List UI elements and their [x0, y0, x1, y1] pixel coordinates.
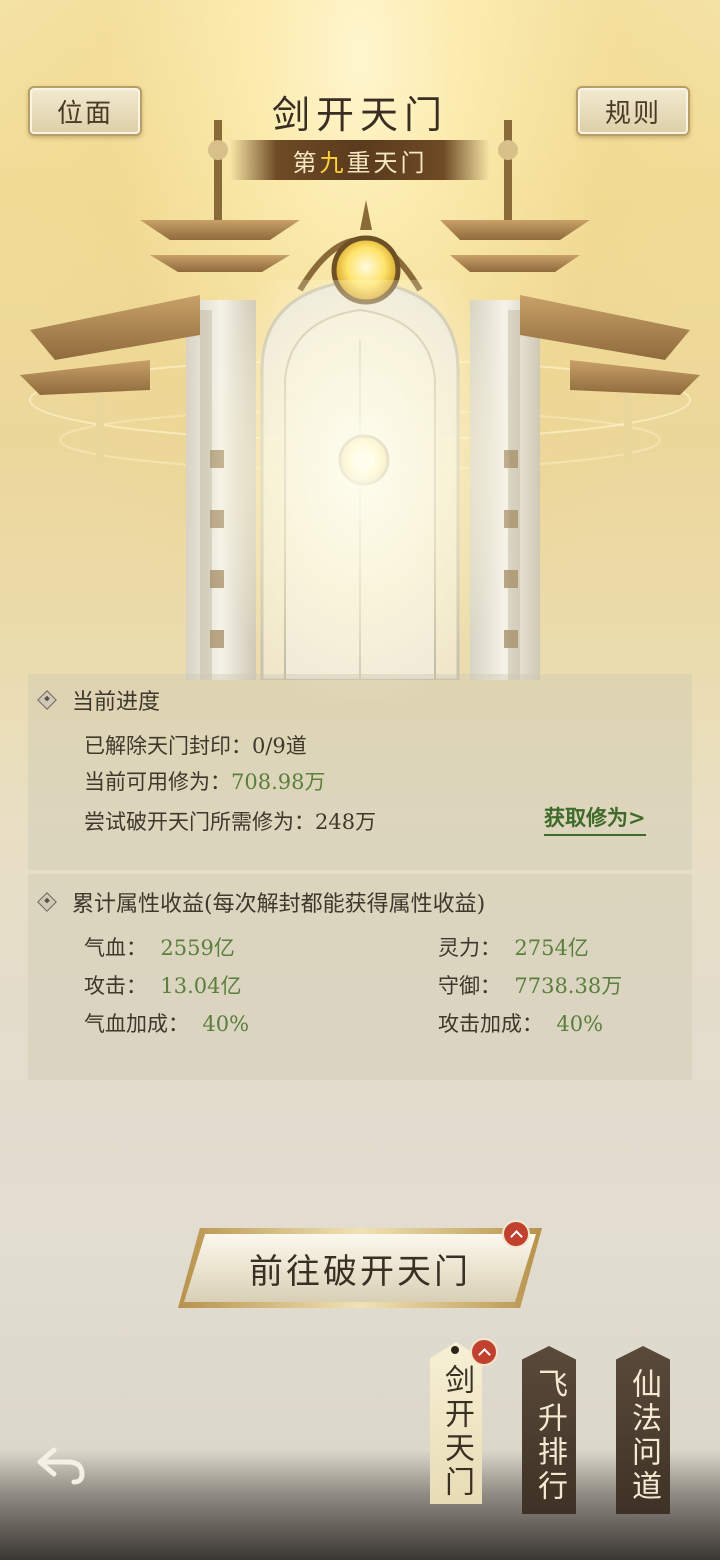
attr-label: 攻击：	[84, 974, 147, 998]
ground-shadow	[0, 1450, 720, 1560]
attr-label: 气血：	[84, 936, 147, 960]
gate-level-banner: 第九重天门	[230, 140, 490, 180]
attr-label: 攻击加成：	[438, 1012, 543, 1036]
attr-spirit: 灵力： 2754亿	[438, 932, 589, 962]
attributes-title: 累计属性收益(每次解封都能获得属性收益)	[72, 892, 486, 917]
available-value: 708.98万	[231, 770, 326, 794]
attr-value: 2754亿	[514, 936, 589, 960]
required-value: 248万	[315, 810, 377, 834]
attr-attack-bonus: 攻击加成： 40%	[438, 1008, 603, 1038]
progress-panel: 当前进度 已解除天门封印：0/9道 当前可用修为：708.98万 尝试破开天门所…	[28, 674, 692, 870]
tab-label: 飞升排行	[532, 1368, 567, 1504]
available-label: 当前可用修为：	[84, 770, 231, 794]
back-arrow-icon[interactable]	[36, 1442, 88, 1486]
attributes-panel: 累计属性收益(每次解封都能获得属性收益) 气血： 2559亿 灵力： 2754亿…	[28, 874, 692, 1080]
attr-value: 40%	[556, 1012, 604, 1036]
tab-immortal-dao[interactable]: 仙法问道	[616, 1346, 670, 1514]
attributes-header: 累计属性收益(每次解封都能获得属性收益)	[37, 886, 486, 918]
tag-hole-icon	[451, 1346, 459, 1354]
get-cultivation-link[interactable]: 获取修为>	[544, 802, 646, 836]
attr-value: 40%	[202, 1012, 250, 1036]
progress-title: 当前进度	[72, 690, 161, 715]
attr-defense: 守御： 7738.38万	[438, 970, 622, 1000]
tab-ascension-ranking[interactable]: 飞升排行	[522, 1346, 576, 1514]
attr-label: 灵力：	[438, 936, 501, 960]
attr-value: 7738.38万	[514, 974, 623, 998]
seal-label: 已解除天门封印：	[84, 734, 252, 758]
diamond-bullet-icon	[37, 690, 57, 710]
attr-value: 2559亿	[160, 936, 235, 960]
attr-hp-bonus: 气血加成： 40%	[84, 1008, 249, 1038]
required-row: 尝试破开天门所需修为：248万	[84, 806, 376, 836]
tab-sword-gate[interactable]: 剑开天门	[430, 1342, 482, 1504]
gate-level-prefix: 第	[292, 148, 320, 177]
go-break-gate-button[interactable]: 前往破开天门	[184, 1234, 536, 1302]
attr-label: 气血加成：	[84, 1012, 189, 1036]
page-title: 剑开天门	[271, 93, 448, 137]
gate-level-suffix: 重天门	[346, 148, 428, 177]
attr-label: 守御：	[438, 974, 501, 998]
tab-label: 仙法问道	[626, 1368, 661, 1504]
progress-header: 当前进度	[37, 684, 161, 716]
required-label: 尝试破开天门所需修为：	[84, 810, 315, 834]
gate-glow	[210, 280, 510, 700]
tab-label: 剑开天门	[439, 1364, 474, 1500]
upgrade-arrow-badge-icon	[502, 1220, 530, 1248]
seal-row: 已解除天门封印：0/9道	[84, 730, 307, 760]
upgrade-arrow-badge-icon	[470, 1338, 498, 1366]
seal-value: 0/9道	[252, 734, 307, 758]
gate-level-number: 九	[319, 148, 347, 177]
attr-value: 13.04亿	[160, 974, 242, 998]
attr-hp: 气血： 2559亿	[84, 932, 235, 962]
attr-attack: 攻击： 13.04亿	[84, 970, 241, 1000]
available-row: 当前可用修为：708.98万	[84, 766, 325, 796]
diamond-bullet-icon	[37, 892, 57, 912]
